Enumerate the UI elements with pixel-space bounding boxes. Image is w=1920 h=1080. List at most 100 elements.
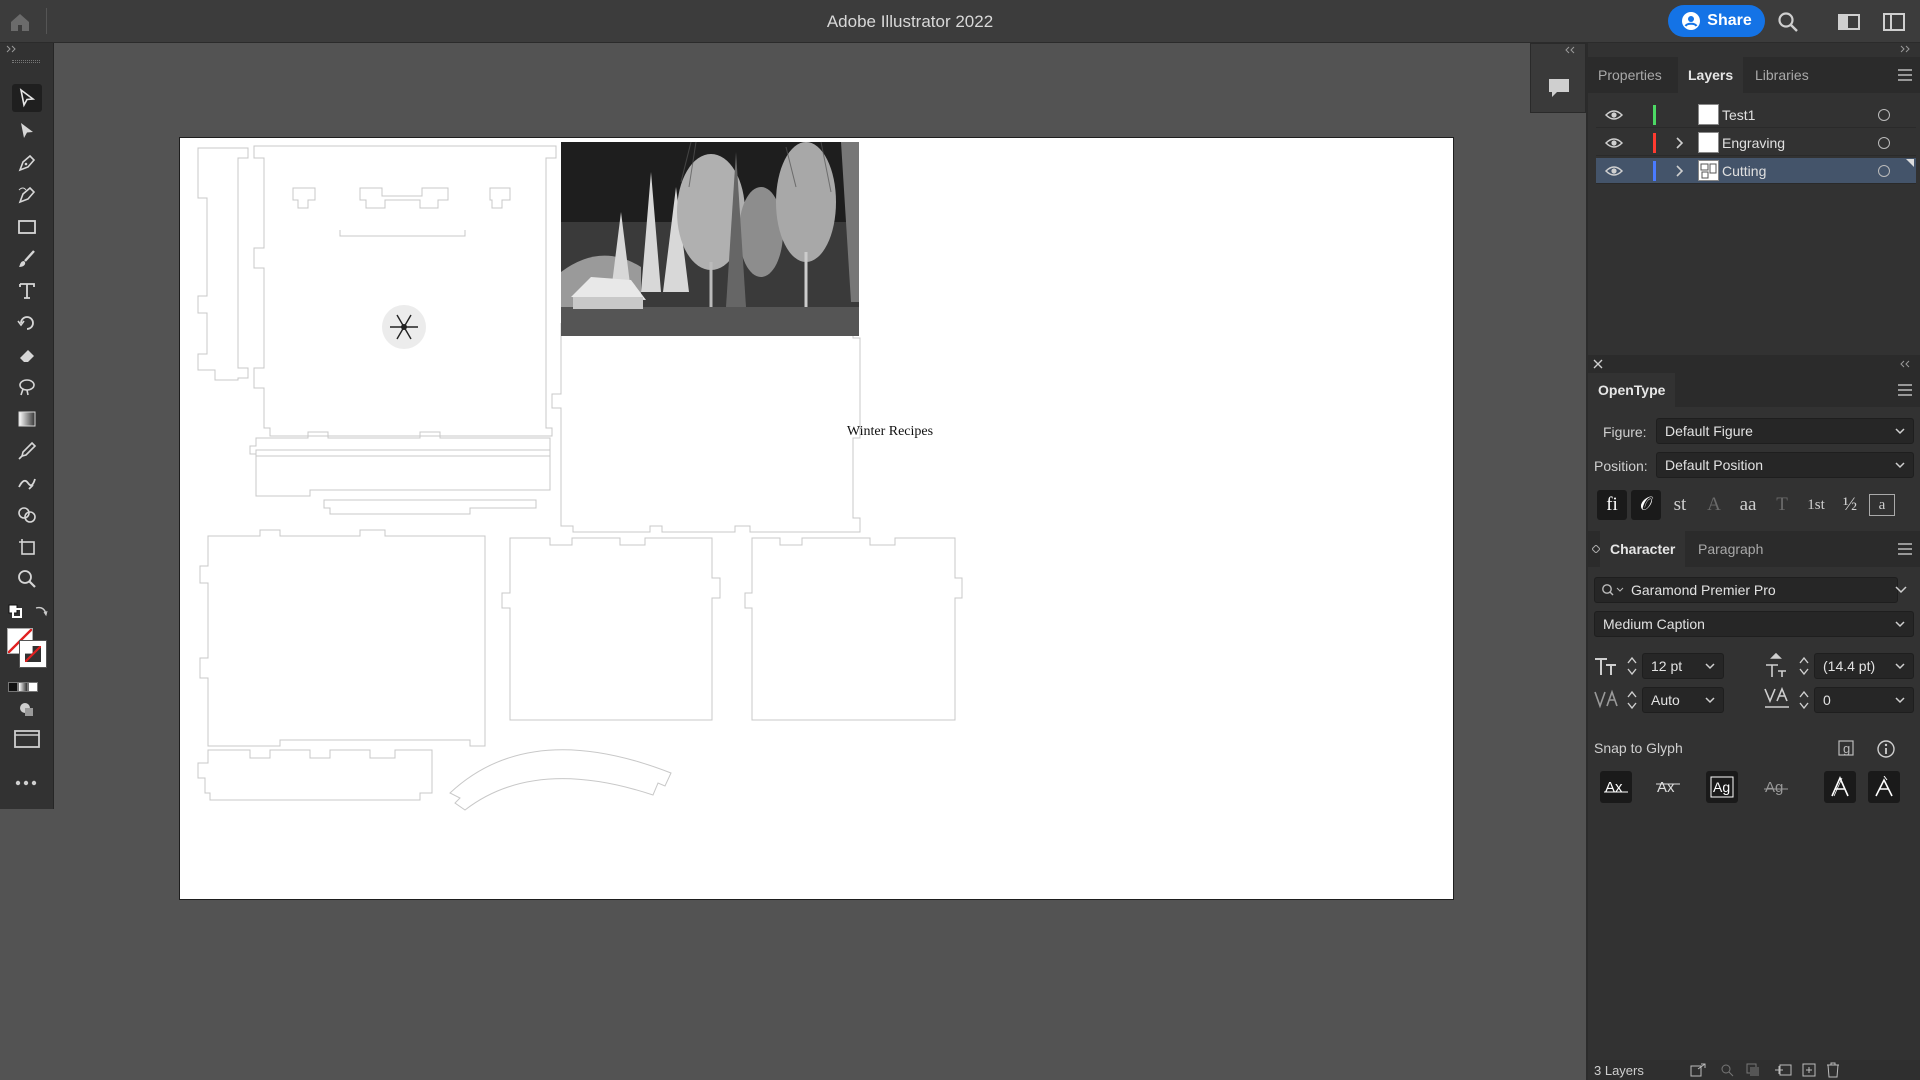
titling-alternates-button[interactable]: T [1767, 490, 1797, 520]
toolbar-grip[interactable] [12, 60, 40, 63]
eraser-tool[interactable] [12, 341, 42, 369]
default-fill-stroke-icon[interactable] [8, 604, 22, 618]
font-size-field[interactable]: 12 pt [1642, 653, 1724, 679]
workspace-switcher-icon[interactable] [1882, 10, 1906, 34]
fractions-button[interactable]: ½ [1835, 490, 1865, 520]
arrange-documents-icon[interactable] [1837, 10, 1861, 34]
snap-glyph-bounds-button[interactable]: Ag [1706, 771, 1738, 803]
selection-tool[interactable] [12, 84, 42, 112]
tab-character[interactable]: Character [1600, 531, 1686, 567]
panel-menu-icon[interactable] [1896, 68, 1914, 82]
layer-name[interactable]: Cutting [1722, 163, 1766, 179]
snap-anchor-button[interactable] [1868, 771, 1900, 803]
shape-builder-tool[interactable] [12, 501, 42, 529]
direct-selection-tool[interactable] [12, 117, 42, 145]
stepper-icon[interactable] [1798, 655, 1810, 677]
pen-tool[interactable] [12, 149, 42, 177]
stylistic-alternates-button[interactable]: aa [1733, 490, 1763, 520]
font-family-field[interactable]: Garamond Premier Pro [1594, 577, 1898, 603]
color-mode-icon[interactable] [8, 682, 18, 692]
snap-baseline-button[interactable]: Ax [1600, 771, 1632, 803]
tab-properties[interactable]: Properties [1588, 57, 1672, 93]
curvature-tool[interactable] [12, 181, 42, 209]
color-mode-buttons[interactable] [8, 679, 44, 692]
info-icon[interactable] [1876, 739, 1896, 759]
stroke-swatch[interactable] [19, 640, 47, 668]
tracking-field[interactable]: 0 [1814, 687, 1914, 713]
layer-target-icon[interactable] [1878, 165, 1890, 177]
eyedropper-tool[interactable] [12, 437, 42, 465]
stylistic-sets-button[interactable]: a [1869, 494, 1895, 516]
stepper-icon[interactable] [1626, 655, 1638, 677]
snap-proximity-button[interactable]: Ag [1760, 771, 1792, 803]
trash-icon[interactable] [1826, 1062, 1840, 1078]
font-family-chevron-icon[interactable] [1892, 584, 1910, 596]
gradient-tool[interactable] [12, 405, 42, 433]
swap-fill-stroke-icon[interactable] [34, 604, 48, 618]
collapse-panel-icon[interactable] [1563, 46, 1577, 54]
warp-tool[interactable] [12, 373, 42, 401]
gradient-mode-icon[interactable] [18, 682, 28, 692]
panel-menu-icon[interactable] [1896, 542, 1914, 556]
figure-dropdown[interactable]: Default Figure [1656, 418, 1914, 444]
layer-name[interactable]: Engraving [1722, 135, 1785, 151]
rectangle-tool[interactable] [12, 213, 42, 241]
export-icon[interactable] [1690, 1063, 1706, 1077]
font-style-dropdown[interactable]: Medium Caption [1594, 611, 1914, 637]
locate-object-icon[interactable] [1720, 1063, 1734, 1077]
layer-row-engraving[interactable]: Engraving [1596, 130, 1916, 156]
new-layer-icon[interactable] [1802, 1063, 1816, 1077]
clipping-mask-icon[interactable] [1746, 1063, 1760, 1077]
share-button[interactable]: Share [1668, 5, 1765, 37]
discretionary-ligatures-button[interactable]: st [1665, 490, 1695, 520]
layer-name[interactable]: Test1 [1722, 107, 1755, 123]
tab-paragraph[interactable]: Paragraph [1688, 531, 1773, 567]
glyph-guides-icon[interactable]: g [1838, 739, 1862, 759]
snap-angular-button[interactable] [1824, 771, 1856, 803]
snowflake-ornament[interactable] [382, 305, 426, 349]
swash-button[interactable]: A [1699, 490, 1729, 520]
snap-xheight-button[interactable]: Ax [1652, 771, 1684, 803]
new-sublayer-icon[interactable] [1774, 1063, 1792, 1077]
none-mode-icon[interactable] [28, 682, 38, 692]
contextual-alternates-button[interactable]: 𝒪 [1631, 490, 1661, 520]
collapse-toolbar-icon[interactable] [6, 45, 18, 53]
stepper-icon[interactable] [1798, 689, 1810, 711]
standard-ligatures-button[interactable]: fi [1597, 490, 1627, 520]
layer-target-icon[interactable] [1878, 137, 1890, 149]
panel-menu-icon[interactable] [1896, 383, 1914, 397]
expand-chevron-icon[interactable] [1672, 164, 1686, 178]
blend-tool[interactable] [12, 469, 42, 497]
expand-dock-icon[interactable] [1898, 45, 1912, 53]
collapse-panel-icon[interactable] [1898, 360, 1912, 368]
screen-mode-icon[interactable] [14, 729, 40, 749]
layer-target-icon[interactable] [1878, 109, 1890, 121]
tab-libraries[interactable]: Libraries [1745, 57, 1819, 93]
expand-chevron-icon[interactable] [1672, 136, 1686, 150]
visibility-eye-icon[interactable] [1605, 164, 1623, 178]
tab-layers[interactable]: Layers [1678, 57, 1744, 93]
leading-field[interactable]: (14.4 pt) [1814, 653, 1914, 679]
tab-opentype[interactable]: OpenType [1588, 373, 1676, 407]
position-dropdown[interactable]: Default Position [1656, 452, 1914, 478]
paintbrush-tool[interactable] [12, 245, 42, 273]
layer-row-test1[interactable]: Test1 [1596, 102, 1916, 128]
visibility-eye-icon[interactable] [1605, 108, 1623, 122]
kerning-field[interactable]: Auto [1642, 687, 1724, 713]
draw-mode-icon[interactable] [18, 701, 36, 719]
artboard-tool[interactable] [12, 533, 42, 561]
winter-recipes-text[interactable]: Winter Recipes [780, 424, 1000, 440]
rotate-tool[interactable] [12, 309, 42, 337]
search-icon[interactable] [1776, 10, 1800, 34]
font-search-icon[interactable] [1601, 583, 1625, 597]
type-tool[interactable] [12, 277, 42, 305]
comments-icon[interactable] [1547, 77, 1571, 99]
layer-row-cutting[interactable]: Cutting [1596, 158, 1916, 184]
stepper-icon[interactable] [1626, 689, 1638, 711]
zoom-tool[interactable] [12, 565, 42, 593]
panel-options-toggle-icon[interactable] [1592, 545, 1600, 553]
more-tools-icon[interactable] [14, 779, 38, 787]
laser-cut-box-pieces[interactable] [180, 138, 1455, 901]
ordinals-button[interactable]: 1st [1801, 490, 1831, 520]
artboard[interactable]: Winter Recipes [179, 137, 1454, 900]
